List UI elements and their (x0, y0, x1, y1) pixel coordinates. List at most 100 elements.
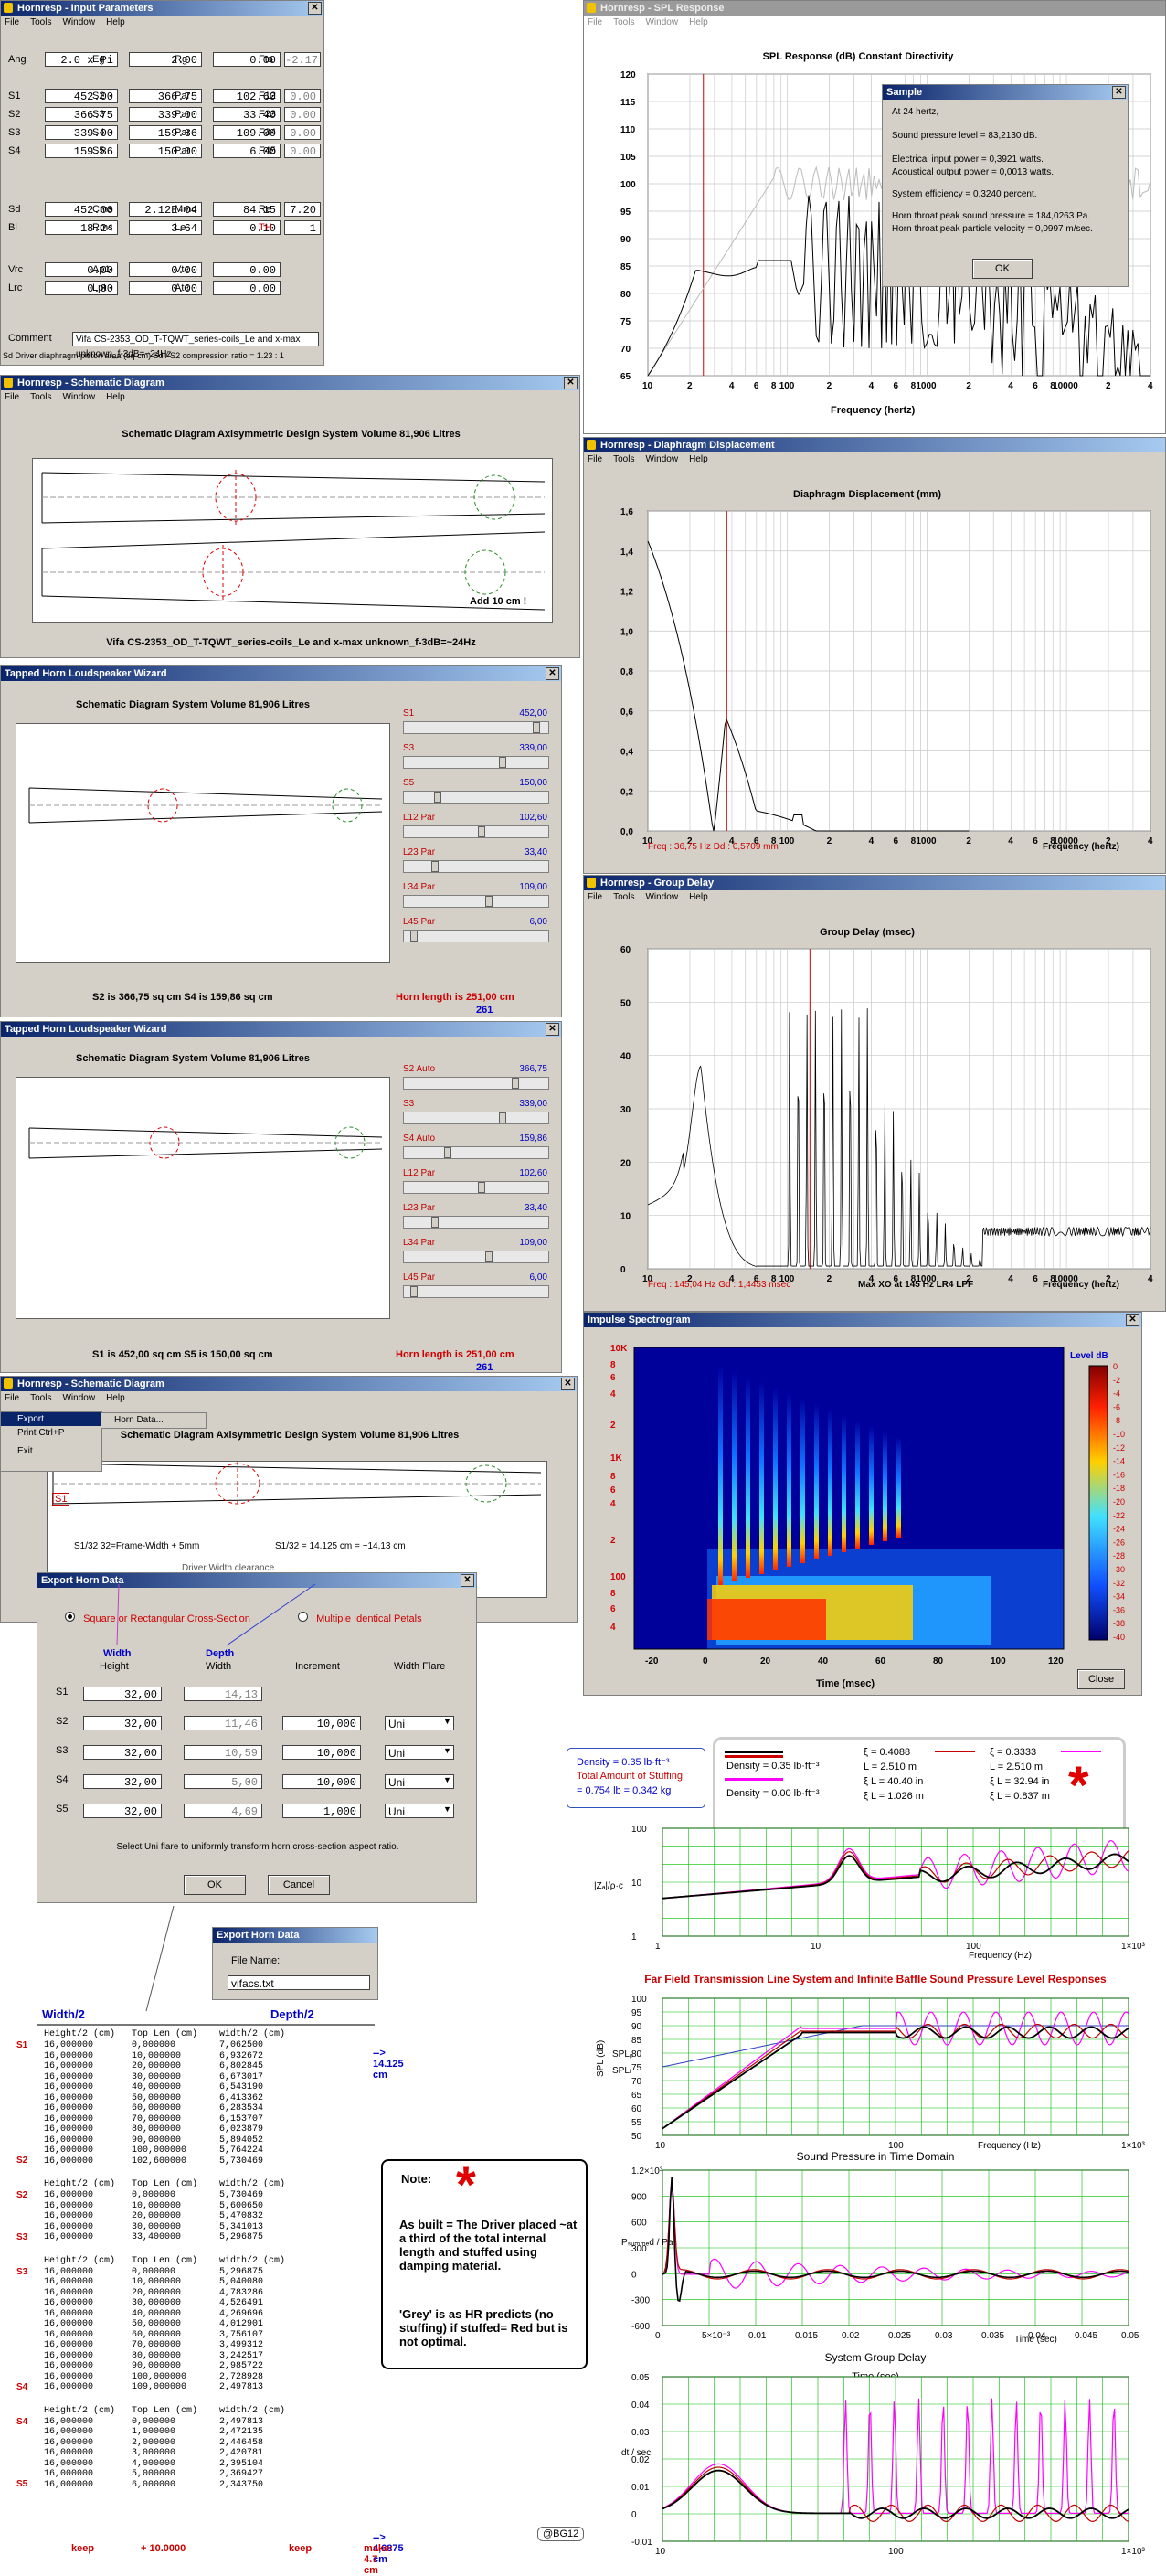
menu-file[interactable]: File (588, 892, 602, 902)
menu-file[interactable]: File (5, 1393, 19, 1403)
menu-help[interactable]: Help (689, 454, 708, 464)
param-field[interactable]: 452.00 (45, 89, 118, 103)
slider-thumb[interactable] (484, 896, 493, 907)
menu-help[interactable]: Help (106, 392, 125, 402)
ok-button[interactable]: OK (972, 259, 1033, 279)
menu-window[interactable]: Window (62, 392, 95, 402)
menu-help[interactable]: Help (106, 1393, 125, 1403)
x-tick-label: 2 (966, 381, 971, 391)
slider-thumb[interactable] (478, 826, 486, 837)
slider[interactable] (403, 1285, 549, 1298)
note-para: As built = The Driver placed ~at a third… (399, 2218, 578, 2273)
param-label: Vrc (8, 264, 24, 275)
menu-window[interactable]: Window (62, 17, 95, 27)
slider-thumb[interactable] (498, 1112, 506, 1123)
horn-data-table: Width/2 Depth/2 S1 Height/2 (cm) Top Len … (0, 2007, 404, 2576)
table-row: 16,000000 90,000000 5,894052 (44, 2134, 264, 2145)
param-field[interactable]: 0.00 (129, 262, 202, 277)
param-field[interactable]: 159.86 (129, 125, 202, 140)
param-field[interactable]: 339.00 (129, 107, 202, 122)
slider-thumb[interactable] (512, 1078, 520, 1089)
menu-help[interactable]: Help (689, 892, 708, 902)
slider[interactable] (403, 756, 549, 769)
slider-thumb[interactable] (430, 861, 439, 872)
slider-thumb[interactable] (430, 1217, 439, 1228)
menu-help[interactable]: Help (106, 17, 125, 27)
param-field[interactable]: 3.64 (129, 220, 202, 235)
param-field[interactable]: 159.86 (45, 144, 118, 158)
param-field[interactable]: 366.75 (45, 107, 118, 122)
menu-tools[interactable]: Tools (30, 1393, 51, 1403)
slider[interactable] (403, 1216, 549, 1229)
y-tick-label: 95 (620, 208, 631, 218)
param-field[interactable]: 339.00 (45, 125, 118, 140)
param-field[interactable]: 0.00 (284, 125, 321, 140)
param-field[interactable]: 0.00 (284, 144, 321, 158)
slider[interactable] (403, 895, 549, 908)
slider[interactable] (403, 1146, 549, 1159)
param-field[interactable]: 0.00 (129, 281, 202, 295)
menu-tools[interactable]: Tools (30, 17, 51, 27)
menu-tools[interactable]: Tools (613, 454, 634, 464)
slider[interactable] (403, 860, 549, 873)
param-field[interactable]: 2.00 (129, 52, 202, 67)
param-field[interactable]: 7.20 (284, 202, 321, 217)
menu-file[interactable]: File (588, 17, 602, 27)
close-button[interactable]: Close (1077, 1669, 1125, 1689)
comment-field[interactable]: Vifa CS-2353_OD_T-TQWT_series-coils_Le a… (72, 332, 319, 359)
y-tick-label: 90 (631, 2022, 642, 2032)
menu-item-exit[interactable]: Exit (1, 1444, 101, 1458)
menu-file[interactable]: File (5, 392, 19, 402)
param-field[interactable]: 366.75 (129, 89, 202, 103)
param-field[interactable]: 0.00 (213, 262, 281, 277)
menu-window[interactable]: Window (62, 1393, 95, 1403)
close-icon[interactable]: ✕ (1126, 1314, 1140, 1326)
slider[interactable] (403, 1112, 549, 1124)
slider-thumb[interactable] (532, 722, 540, 733)
slider-thumb[interactable] (410, 931, 419, 942)
close-icon[interactable]: ✕ (561, 1378, 575, 1390)
menu-tools[interactable]: Tools (30, 392, 51, 402)
menu-tools[interactable]: Tools (613, 17, 634, 27)
menu-item-export[interactable]: Export (1, 1412, 101, 1426)
slider-thumb[interactable] (484, 1251, 493, 1262)
slider[interactable] (403, 721, 549, 734)
slider-thumb[interactable] (410, 1286, 419, 1297)
close-icon[interactable]: ✕ (546, 667, 559, 680)
param-field[interactable]: 0.00 (213, 281, 281, 295)
param: ξ L = 0.837 m (990, 1791, 1050, 1802)
slider[interactable] (403, 791, 549, 804)
window-title: Tapped Horn Loudspeaker Wizard (5, 668, 167, 679)
close-icon[interactable]: ✕ (564, 377, 578, 389)
menu-window[interactable]: Window (645, 454, 678, 464)
slider[interactable] (403, 930, 549, 942)
param-field[interactable]: 150.00 (129, 144, 202, 158)
close-icon[interactable]: ✕ (308, 2, 322, 15)
submenu-horn-data[interactable]: Horn Data... (101, 1412, 207, 1429)
slider-thumb[interactable] (444, 1147, 452, 1158)
slider-thumb[interactable] (498, 757, 506, 768)
slider[interactable] (403, 1251, 549, 1263)
param-field[interactable]: 1 (284, 220, 321, 235)
param-field[interactable]: 0.00 (45, 281, 118, 295)
param-field[interactable]: 2.0 x Pi (45, 52, 118, 67)
menu-item-print[interactable]: Print Ctrl+P (1, 1426, 101, 1440)
menu-tools[interactable]: Tools (613, 892, 634, 902)
menu-file[interactable]: File (5, 17, 19, 27)
menu-window[interactable]: Window (645, 892, 678, 902)
system-group-delay-chart: 0.050.040.030.020.010-0.0110 100 1×10³dt /… (621, 2373, 1146, 2557)
menu-window[interactable]: Window (645, 17, 678, 27)
menu-file[interactable]: File (588, 454, 602, 464)
param-field[interactable]: -2.17 (284, 52, 321, 67)
slider[interactable] (403, 1181, 549, 1194)
chart-title: Diaphragm Displacement (mm) (793, 489, 941, 500)
menu-help[interactable]: Help (689, 17, 708, 27)
param-field[interactable]: 0.00 (284, 107, 321, 122)
close-icon[interactable]: ✕ (546, 1023, 559, 1036)
slider[interactable] (403, 1077, 549, 1090)
close-icon[interactable]: ✕ (1112, 86, 1126, 99)
slider[interactable] (403, 825, 549, 838)
slider-thumb[interactable] (433, 792, 441, 803)
slider-thumb[interactable] (478, 1182, 486, 1193)
param-field[interactable]: 0.00 (284, 89, 321, 103)
